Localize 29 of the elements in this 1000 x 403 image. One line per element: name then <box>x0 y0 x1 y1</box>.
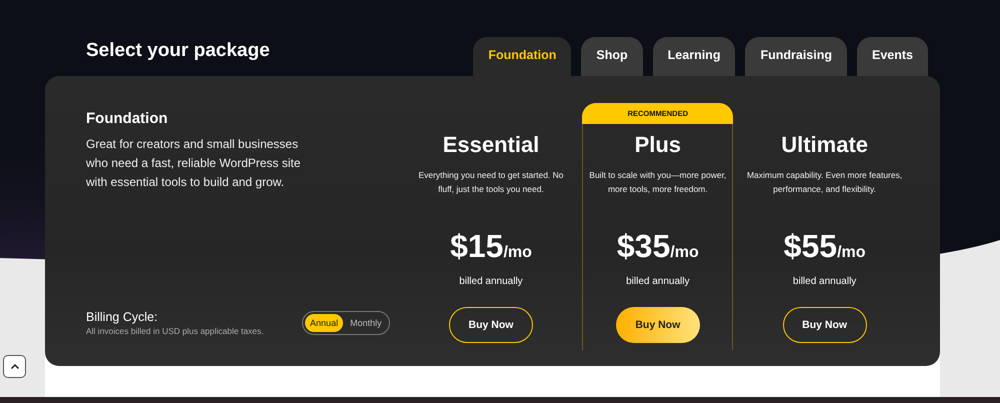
package-title: Foundation <box>86 110 169 127</box>
plan-price: $55/mo <box>784 228 866 266</box>
plan-name: Plus <box>634 132 682 158</box>
plan-name: Ultimate <box>781 132 868 158</box>
package-description: Great for creators and small businesses who need a fast, reliable WordPress site with essential tools to build and grow. <box>86 136 301 191</box>
plan-name: Essential <box>442 132 540 158</box>
chevron-up-icon <box>10 363 20 370</box>
page-heading: Select your package <box>86 39 271 62</box>
billing-note: All invoices billed in USD plus applicable taxes. <box>86 326 264 336</box>
billing-period: billed annually <box>626 275 690 289</box>
billing-option[interactable]: Annual <box>305 314 344 332</box>
plan-price: $15/mo <box>450 228 532 266</box>
plan-description: Maximum capability. Even more features, performance, and flexibility. <box>746 169 904 196</box>
plan-description: Built to scale with you—more power, more tools, more freedom. <box>588 169 728 196</box>
package-tab[interactable]: Events <box>857 37 928 76</box>
billing-period: billed annually <box>792 275 856 289</box>
scroll-to-top-button[interactable] <box>3 355 26 378</box>
buy-now-button[interactable]: Buy Now <box>448 307 533 343</box>
package-tab[interactable]: Learning <box>652 37 736 76</box>
billing-label: Billing Cycle: <box>86 310 159 324</box>
billing-period: billed annually <box>459 275 523 289</box>
package-tab[interactable]: Foundation <box>473 37 572 76</box>
package-tab[interactable]: Shop <box>581 37 643 76</box>
buy-now-button[interactable]: Buy Now <box>616 307 700 343</box>
billing-option[interactable]: Monthly <box>345 314 387 332</box>
buy-now-button[interactable]: Buy Now <box>782 307 867 343</box>
plan-price: $35/mo <box>616 228 699 266</box>
plan-description: Everything you need to get started. No fluff, just the tools you need. <box>417 169 565 196</box>
package-tab[interactable]: Fundraising <box>745 37 847 76</box>
